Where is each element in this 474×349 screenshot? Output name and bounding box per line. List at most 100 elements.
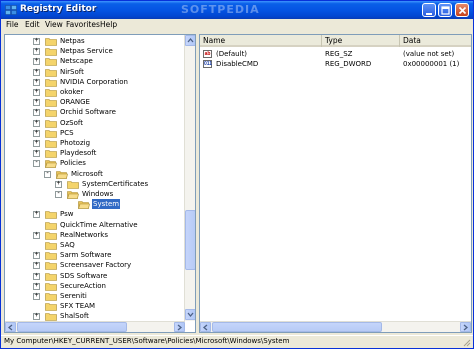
folder-icon bbox=[45, 48, 57, 56]
list-scroll-left-button[interactable] bbox=[200, 322, 211, 332]
tree-item[interactable]: + Playdesoft bbox=[5, 148, 185, 158]
menu-edit[interactable]: Edit bbox=[25, 20, 40, 29]
tree-item[interactable]: + SystemCertificates bbox=[5, 179, 185, 189]
column-name-header[interactable]: Name bbox=[200, 35, 322, 47]
expand-icon[interactable]: + bbox=[33, 251, 40, 260]
column-data-header[interactable]: Data bbox=[400, 35, 471, 47]
tree-item[interactable]: + Sarm Software bbox=[5, 250, 185, 260]
tree-item[interactable]: + SecureAction bbox=[5, 281, 185, 291]
tree-item[interactable]: + NirSoft bbox=[5, 67, 185, 77]
value-row[interactable]: ab (Default) REG_SZ (value not set) bbox=[200, 49, 471, 59]
open-folder-icon bbox=[45, 160, 57, 169]
expand-icon[interactable]: + bbox=[33, 282, 40, 290]
expand-icon[interactable]: + bbox=[33, 139, 40, 147]
tree-item[interactable]: + okoker bbox=[5, 87, 185, 97]
menu-bar: File Edit View Favorites Help bbox=[1, 19, 473, 32]
expand-icon[interactable]: + bbox=[33, 129, 40, 137]
tree-item[interactable]: + Photozig bbox=[5, 138, 185, 148]
expand-icon[interactable]: + bbox=[33, 119, 40, 127]
tree-item[interactable]: + ShalSoft bbox=[5, 311, 185, 322]
resize-grip-icon[interactable] bbox=[461, 337, 471, 347]
value-type: REG_SZ bbox=[325, 50, 353, 58]
value-type: REG_DWORD bbox=[325, 60, 372, 68]
tree-item[interactable]: + Netscape bbox=[5, 56, 185, 67]
expand-icon[interactable]: + bbox=[33, 108, 40, 117]
scroll-down-button[interactable] bbox=[185, 309, 195, 320]
list-scroll-right-button[interactable] bbox=[460, 322, 471, 332]
collapse-icon[interactable]: - bbox=[44, 170, 51, 178]
window-title: Registry Editor bbox=[20, 4, 97, 14]
tree-item[interactable]: + PCS bbox=[5, 128, 185, 138]
expand-icon[interactable]: + bbox=[33, 231, 40, 239]
scroll-thumb[interactable] bbox=[185, 210, 195, 270]
tree-item[interactable]: + Netpas Service bbox=[5, 46, 185, 56]
tree-item[interactable]: + Psw bbox=[5, 209, 185, 220]
expand-icon[interactable]: + bbox=[55, 180, 62, 188]
minimize-button[interactable] bbox=[422, 3, 436, 17]
tree-item-label: okoker bbox=[60, 88, 84, 96]
expand-icon[interactable]: + bbox=[33, 47, 40, 56]
tree-item[interactable]: + SDS Software bbox=[5, 271, 185, 281]
tree-item[interactable]: + Screensaver Factory bbox=[5, 260, 185, 271]
expand-icon[interactable]: + bbox=[33, 292, 40, 300]
tree-item[interactable]: - Policies bbox=[5, 158, 185, 169]
maximize-button[interactable] bbox=[438, 3, 452, 17]
tree-item-label: RealNetworks bbox=[60, 230, 108, 239]
key-tree-pane[interactable]: + Netpas + Netpas Service + Netscape + NirSoft +… bbox=[4, 34, 196, 333]
expand-icon[interactable]: + bbox=[33, 68, 40, 76]
collapse-icon[interactable]: - bbox=[33, 159, 40, 168]
expand-icon[interactable]: + bbox=[33, 261, 40, 270]
tree-item[interactable]: QuickTime Alternative bbox=[5, 220, 185, 230]
expand-icon[interactable]: + bbox=[33, 37, 40, 45]
tree-item[interactable]: + OzSoft bbox=[5, 118, 185, 128]
expand-icon[interactable]: + bbox=[33, 98, 40, 107]
column-type-header[interactable]: Type bbox=[322, 35, 400, 47]
tree-item-label: Screensaver Factory bbox=[60, 261, 132, 270]
menu-favorites[interactable]: Favorites bbox=[66, 20, 100, 29]
list-horizontal-scroll-thumb[interactable] bbox=[212, 322, 382, 332]
tree-item[interactable]: + ORANGE bbox=[5, 97, 185, 107]
tree-item[interactable]: + Orchid Software bbox=[5, 107, 185, 118]
tree-item[interactable]: + NVIDIA Corporation bbox=[5, 77, 185, 87]
tree-item[interactable]: + RealNetworks bbox=[5, 230, 185, 240]
folder-icon bbox=[45, 150, 57, 158]
scroll-right-button[interactable] bbox=[174, 322, 185, 332]
registry-editor-window: Registry Editor SOFTPEDIA File Edit View… bbox=[0, 0, 474, 349]
scroll-left-button[interactable] bbox=[5, 322, 16, 332]
arrow-right-icon bbox=[177, 324, 183, 331]
list-horizontal-scrollbar[interactable] bbox=[200, 321, 471, 332]
tree-item[interactable]: SFX TEAM bbox=[5, 301, 185, 311]
expand-icon[interactable]: + bbox=[33, 272, 40, 280]
expand-icon[interactable]: + bbox=[33, 312, 40, 321]
open-folder-icon bbox=[56, 170, 68, 179]
menu-help[interactable]: Help bbox=[100, 20, 117, 29]
tree-item[interactable]: - Microsoft bbox=[5, 169, 185, 179]
tree-item-label: Photozig bbox=[60, 139, 91, 147]
expand-icon[interactable]: + bbox=[33, 210, 40, 219]
expand-icon[interactable]: + bbox=[33, 78, 40, 86]
tree-item[interactable]: - Windows bbox=[5, 189, 185, 199]
tree-item[interactable]: SAQ bbox=[5, 240, 185, 250]
tree-item[interactable]: System bbox=[5, 199, 185, 210]
tree-item-label: QuickTime Alternative bbox=[60, 220, 138, 229]
tree-item-label: SFX TEAM bbox=[60, 302, 96, 311]
close-icon bbox=[458, 6, 467, 15]
tree-vertical-scrollbar[interactable] bbox=[184, 35, 195, 321]
horizontal-scroll-thumb[interactable] bbox=[17, 322, 127, 332]
menu-view[interactable]: View bbox=[45, 20, 63, 29]
expand-icon[interactable]: + bbox=[33, 149, 40, 158]
collapse-icon[interactable]: - bbox=[55, 190, 62, 198]
close-button[interactable] bbox=[455, 3, 469, 17]
expand-icon[interactable]: + bbox=[33, 88, 40, 96]
tree-item[interactable]: + Netpas bbox=[5, 36, 185, 46]
value-row[interactable]: 011 DisableCMD REG_DWORD 0x00000001 (1) bbox=[200, 59, 471, 69]
maximize-icon bbox=[441, 6, 450, 15]
scroll-up-button[interactable] bbox=[185, 35, 195, 46]
expand-icon[interactable]: + bbox=[33, 57, 40, 66]
open-folder-icon bbox=[67, 191, 79, 199]
tree-horizontal-scrollbar[interactable] bbox=[5, 321, 185, 332]
title-bar[interactable]: Registry Editor SOFTPEDIA bbox=[1, 1, 473, 19]
values-list-pane[interactable]: Name Type Data ab (Default) REG_SZ (value n… bbox=[199, 34, 472, 333]
tree-item[interactable]: + Sereniti bbox=[5, 291, 185, 301]
menu-file[interactable]: File bbox=[6, 20, 19, 29]
